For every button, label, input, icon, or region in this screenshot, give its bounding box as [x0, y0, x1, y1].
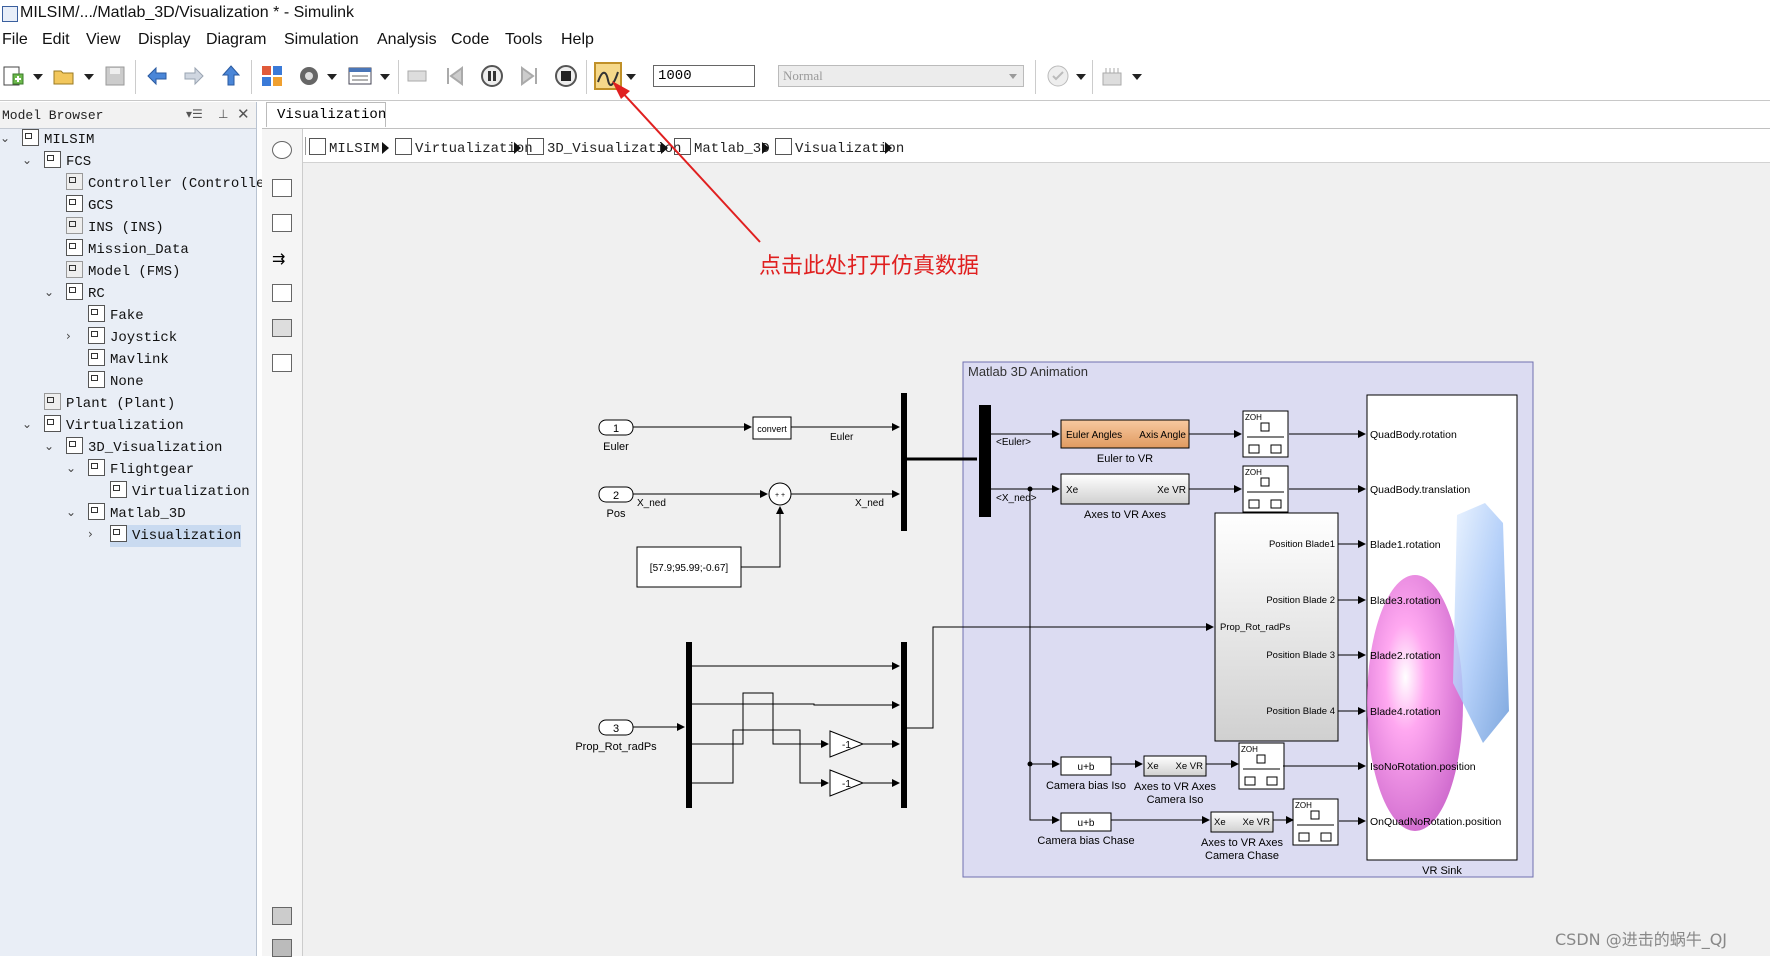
annotation-text: 点击此处打开仿真数据	[759, 254, 980, 279]
annotation-arrowhead	[612, 81, 630, 99]
watermark: CSDN @进击的蜗牛_QJ	[1555, 930, 1728, 949]
annotation-overlay	[612, 81, 761, 243]
annotation-arrow	[619, 89, 761, 243]
